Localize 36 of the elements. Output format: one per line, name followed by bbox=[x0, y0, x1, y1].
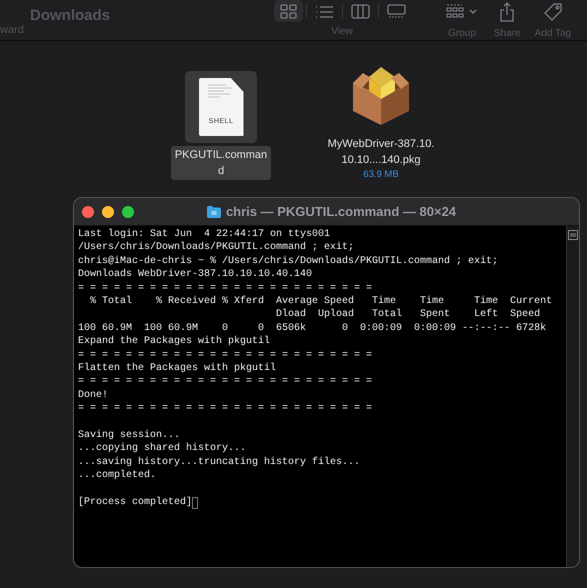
file-name[interactable]: PKGUTIL.command bbox=[171, 146, 271, 180]
terminal-line: Flatten the Packages with pkgutil bbox=[78, 362, 278, 376]
window-title: chris — PKGUTIL.command — 80×24 bbox=[226, 204, 456, 219]
terminal-line: [Process completed] bbox=[78, 496, 192, 510]
file-size: 63.9 MB bbox=[363, 169, 399, 180]
terminal-line: ...saving history...truncating history files... bbox=[78, 456, 362, 470]
grid-view-button[interactable] bbox=[274, 0, 302, 22]
minimize-button[interactable] bbox=[102, 206, 114, 218]
terminal-line: = = = = = = = = = = = = = = = = = = = = = = = = = bbox=[78, 348, 374, 362]
terminal-line: Last login: Sat Jun 4 22:44:17 on ttys001 bbox=[78, 228, 332, 242]
zoom-button[interactable] bbox=[122, 206, 134, 218]
terminal-line: chris@iMac-de-chris ~ % /Users/chris/Downloads/PKGUTIL.command ; exit; bbox=[78, 254, 500, 268]
terminal-line: = = = = = = = = = = = = = = = = = = = = = = = = = bbox=[78, 402, 374, 416]
terminal-line: = = = = = = = = = = = = = = = = = = = = = = = = = bbox=[78, 375, 374, 389]
toolbar-label: View bbox=[331, 26, 353, 37]
tag-icon bbox=[542, 2, 563, 22]
close-button[interactable] bbox=[82, 206, 94, 218]
terminal-line: = = = = = = = = = = = = = = = = = = = = = = = = = bbox=[78, 282, 374, 296]
gallery-icon bbox=[386, 2, 406, 20]
terminal-line: ...completed. bbox=[78, 469, 158, 483]
terminal-line: Dload Upload Total Spent Left Speed bbox=[275, 308, 542, 322]
grid-icon bbox=[278, 2, 298, 20]
window-title: Downloads bbox=[30, 7, 110, 24]
terminal-line: Downloads WebDriver-387.10.10.10.40.140 bbox=[78, 268, 314, 282]
terminal-line: Expand the Packages with pkgutil bbox=[78, 335, 272, 349]
terminal-line: ...copying shared history... bbox=[78, 442, 248, 456]
terminal-line: Done! bbox=[78, 388, 110, 402]
terminal-line: 100 60.9M 100 60.9M 0 0 6506k 0 0:00:09 0:00:09 --:--:-- 6728k bbox=[78, 322, 548, 336]
split-pane-icon bbox=[568, 230, 578, 240]
columns-icon bbox=[350, 2, 370, 20]
terminal-line: % Total % Received % Xferd Average Speed Time Time Time Current bbox=[89, 295, 554, 308]
terminal-line: /Users/chris/Downloads/PKGUTIL.command ; exit; bbox=[78, 241, 356, 255]
file-name[interactable]: MyWebDriver-387.10.10.10....140.pkg bbox=[324, 135, 438, 169]
folder-icon bbox=[206, 206, 221, 218]
share-icon bbox=[499, 2, 516, 22]
terminal-line: Saving session... bbox=[78, 429, 182, 442]
